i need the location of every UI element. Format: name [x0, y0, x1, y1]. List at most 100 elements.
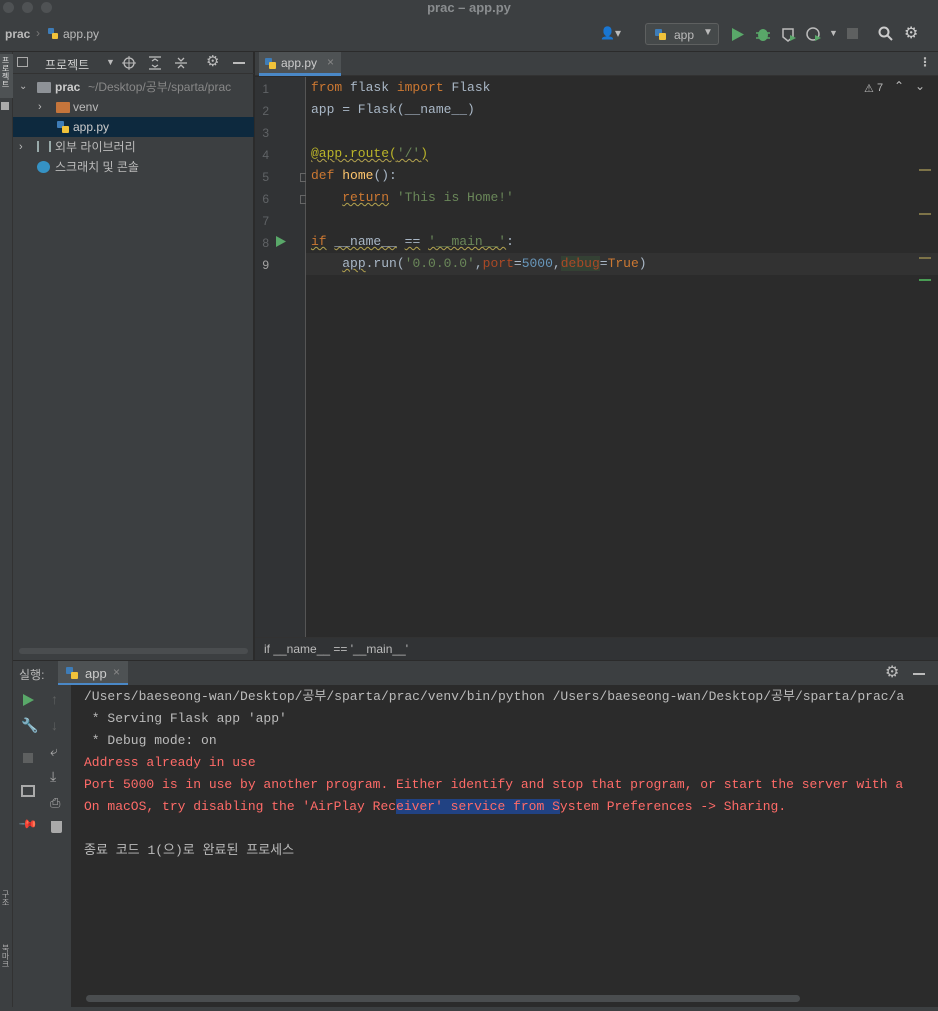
- editor-gutter: 1 2 3 4 5 6 7 8 9: [255, 77, 307, 637]
- code-line-5: def home():: [311, 168, 397, 183]
- panel-settings-gear-icon[interactable]: ⚙: [206, 52, 219, 70]
- python-file-icon: [48, 28, 58, 39]
- settings-gear-icon[interactable]: ⚙: [904, 23, 918, 43]
- console-line: * Debug mode: on: [84, 733, 217, 748]
- pin-icon[interactable]: 📌: [18, 814, 38, 834]
- line-number: 3: [262, 126, 269, 140]
- console-horizontal-scrollbar[interactable]: [86, 995, 800, 1002]
- user-icon[interactable]: 👤▾: [600, 26, 626, 42]
- code-line-6: return 'This is Home!': [342, 190, 514, 205]
- run-config-label: app: [674, 28, 695, 42]
- stop-icon[interactable]: [847, 28, 858, 39]
- up-arrow-icon[interactable]: ↑: [51, 691, 58, 707]
- python-file-icon: [57, 121, 69, 133]
- collapse-all-icon[interactable]: [174, 56, 188, 70]
- search-icon[interactable]: [878, 26, 893, 41]
- console-text: ystem Preferences -> Sharing.: [559, 799, 787, 814]
- breadcrumb-file[interactable]: app.py: [63, 27, 99, 41]
- run-tab-app[interactable]: app ×: [58, 661, 128, 686]
- soft-wrap-icon[interactable]: ⤶: [50, 743, 58, 760]
- library-icon: [37, 141, 51, 152]
- more-options-icon[interactable]: ⋮: [919, 55, 931, 69]
- bookmarks-tool-label: 북마크: [1, 944, 10, 968]
- python-icon: [655, 29, 666, 40]
- close-tab-icon[interactable]: ×: [327, 55, 334, 69]
- collapse-chevron-icon[interactable]: ›: [38, 97, 42, 117]
- code-line-2: app = Flask(__name__): [311, 102, 475, 117]
- chevron-down-icon: ▼: [703, 27, 713, 38]
- down-arrow-icon[interactable]: ↓: [51, 717, 58, 733]
- hide-run-panel-icon[interactable]: [913, 673, 925, 675]
- bookmarks-tool-tab[interactable]: 북마크: [0, 944, 13, 994]
- console-error-line: Address already in use: [84, 755, 256, 770]
- line-number: 8: [262, 236, 269, 250]
- python-file-icon: [265, 58, 276, 69]
- console-text: On macOS, try disabling the 'AirPlay Rec: [84, 799, 397, 814]
- hide-panel-icon[interactable]: [233, 62, 245, 64]
- run-panel-label: 실행:: [19, 668, 45, 682]
- coverage-icon[interactable]: [781, 27, 797, 42]
- breadcrumb-item[interactable]: if __name__ == '__main__': [264, 642, 408, 656]
- line-number: 5: [262, 170, 269, 184]
- stop-icon[interactable]: [23, 753, 33, 763]
- tree-item-scratches[interactable]: 스크래치 및 콘솔: [13, 157, 254, 177]
- print-icon[interactable]: ⎙: [50, 795, 60, 811]
- console-line: * Serving Flask app 'app': [84, 711, 287, 726]
- tree-item-external-libraries[interactable]: › 외부 라이브러리: [13, 137, 254, 157]
- warning-count[interactable]: 7: [877, 82, 883, 94]
- collapse-chevron-icon[interactable]: ›: [19, 137, 23, 157]
- breadcrumb-project[interactable]: prac: [5, 27, 30, 41]
- close-tab-icon[interactable]: ×: [113, 665, 120, 679]
- view-mode-chevron-icon[interactable]: ▼: [106, 57, 115, 67]
- run-gutter-icon[interactable]: [276, 236, 286, 247]
- console-exit-line: 종료 코드 1(으)로 완료된 프로세스: [84, 843, 295, 858]
- editor-tab-app-py[interactable]: app.py ×: [259, 52, 341, 76]
- warning-marker[interactable]: [919, 257, 931, 259]
- line-number: 6: [262, 192, 269, 206]
- warning-marker[interactable]: [919, 213, 931, 215]
- change-marker[interactable]: [919, 279, 931, 281]
- code-editor[interactable]: from flask import Flask app = Flask(__na…: [306, 77, 938, 637]
- locate-file-icon[interactable]: [122, 56, 136, 70]
- status-bar: [0, 1007, 938, 1011]
- code-line-9: app.run('0.0.0.0',port=5000,debug=True): [342, 256, 647, 271]
- run-config-select[interactable]: app ▼: [645, 23, 719, 45]
- expand-all-icon[interactable]: [148, 56, 162, 70]
- run-icon[interactable]: [732, 28, 744, 41]
- warning-marker[interactable]: [919, 169, 931, 171]
- console-line: /Users/baeseong-wan/Desktop/공부/sparta/pr…: [84, 689, 905, 704]
- tree-item-app-py[interactable]: app.py: [13, 117, 254, 137]
- structure-tool-tab[interactable]: 구조: [0, 890, 13, 936]
- editor-breadcrumb-bar: if __name__ == '__main__': [255, 637, 938, 660]
- scroll-to-end-icon[interactable]: ⤓: [50, 768, 56, 785]
- tree-item-venv[interactable]: › venv: [13, 97, 254, 117]
- run-toolbar-primary: 🔧 📌: [13, 685, 43, 1007]
- root-folder-path: ~/Desktop/공부/sparta/prac: [88, 80, 232, 94]
- line-number: 1: [262, 82, 269, 96]
- wrench-icon[interactable]: 🔧: [21, 717, 38, 734]
- tree-item-label: 스크래치 및 콘솔: [55, 160, 139, 174]
- python-icon: [66, 667, 78, 679]
- rerun-icon[interactable]: [23, 694, 34, 706]
- editor-tab-bar: app.py × ⋮: [255, 52, 938, 76]
- run-settings-gear-icon[interactable]: ⚙: [885, 662, 899, 682]
- run-tab-label: app: [85, 666, 107, 681]
- more-run-chevron-icon[interactable]: ▼: [829, 28, 838, 38]
- previous-highlight-icon[interactable]: ⌃: [894, 79, 904, 93]
- debug-icon[interactable]: [756, 27, 770, 42]
- next-highlight-icon[interactable]: ⌄: [915, 79, 925, 93]
- console-error-line: On macOS, try disabling the 'AirPlay Rec…: [84, 796, 786, 818]
- warning-icon[interactable]: ⚠: [864, 82, 874, 95]
- run-console[interactable]: /Users/baeseong-wan/Desktop/공부/sparta/pr…: [72, 685, 918, 990]
- layout-icon[interactable]: [21, 785, 35, 797]
- profile-icon[interactable]: [806, 27, 822, 42]
- project-tool-tab[interactable]: 프로젝트: [0, 54, 13, 98]
- project-panel-title[interactable]: 프로젝트: [45, 56, 89, 73]
- trash-icon[interactable]: [51, 821, 62, 833]
- folder-icon: [37, 82, 51, 93]
- expand-chevron-icon[interactable]: ⌄: [19, 77, 27, 97]
- project-horizontal-scrollbar[interactable]: [19, 648, 248, 654]
- tree-item-root[interactable]: ⌄ prac ~/Desktop/공부/sparta/prac: [13, 77, 254, 97]
- tree-item-label: 외부 라이브러리: [55, 140, 136, 154]
- left-tool-strip: 프로젝트 구조 북마크: [0, 52, 13, 1007]
